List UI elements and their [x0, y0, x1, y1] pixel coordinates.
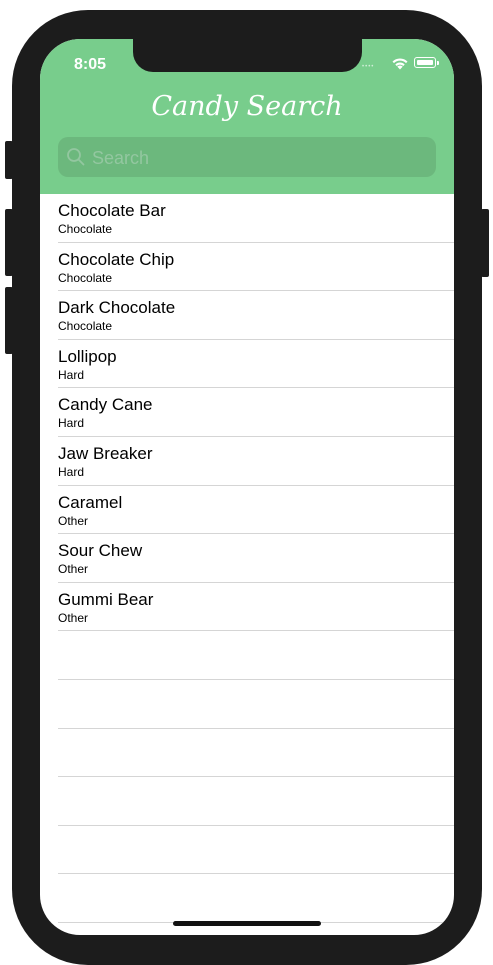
candy-name: Gummi Bear	[58, 589, 154, 609]
candy-category: Hard	[58, 367, 85, 382]
table-row[interactable]: Chocolate Bar Chocolate	[40, 194, 454, 243]
empty-row	[40, 826, 454, 875]
empty-row	[40, 680, 454, 729]
page-title: Candy Search	[151, 91, 343, 122]
empty-row	[40, 631, 454, 680]
candy-name: Sour Chew	[58, 541, 143, 561]
candy-category: Other	[58, 610, 89, 625]
table-row[interactable]: Caramel Other	[40, 486, 454, 535]
candy-name: Chocolate Chip	[58, 249, 175, 269]
status-icons: ••••	[362, 56, 440, 70]
candy-category: Other	[58, 562, 89, 577]
search-icon	[67, 148, 85, 166]
candy-name: Chocolate Bar	[58, 201, 166, 220]
candy-name: Jaw Breaker	[58, 443, 153, 463]
wifi-icon	[392, 58, 408, 70]
candy-name: Lollipop	[58, 346, 117, 366]
table-row[interactable]: Jaw Breaker Hard	[40, 437, 454, 486]
battery-icon	[414, 57, 436, 68]
search-input[interactable]	[90, 137, 424, 179]
empty-row	[40, 874, 454, 923]
table-row[interactable]: Gummi Bear Other	[40, 583, 454, 632]
table-row[interactable]: Candy Cane Hard	[40, 388, 454, 437]
table-row[interactable]: Dark Chocolate Chocolate	[40, 291, 454, 340]
candy-table: Chocolate Bar Chocolate Chocolate Chip C…	[40, 194, 454, 923]
table-row[interactable]: Chocolate Chip Chocolate	[40, 243, 454, 292]
status-time: 8:05	[74, 56, 107, 73]
candy-name: Caramel	[58, 492, 123, 512]
candy-category: Hard	[58, 416, 85, 431]
candy-name: Dark Chocolate	[58, 298, 176, 318]
empty-row	[40, 729, 454, 778]
home-indicator[interactable]	[173, 921, 321, 926]
search-bar[interactable]	[58, 137, 436, 179]
battery-tip	[437, 61, 439, 65]
candy-name: Candy Cane	[58, 395, 153, 415]
candy-category: Chocolate	[58, 319, 113, 334]
screen: 8:05 •••• Candy Search Chocolate Bar Cho…	[40, 39, 454, 935]
table-row[interactable]: Sour Chew Other	[40, 534, 454, 583]
candy-category: Chocolate	[58, 222, 113, 236]
candy-category: Chocolate	[58, 270, 113, 285]
empty-row	[40, 777, 454, 826]
power-button	[481, 209, 489, 277]
table-row[interactable]: Lollipop Hard	[40, 340, 454, 389]
silent-switch	[5, 141, 13, 179]
notch	[133, 39, 362, 72]
navigation-bar: 8:05 •••• Candy Search	[40, 39, 454, 194]
volume-up-button	[5, 209, 13, 276]
volume-down-button	[5, 287, 13, 354]
candy-category: Hard	[58, 464, 85, 479]
candy-category: Other	[58, 513, 89, 528]
signal-icon: ••••	[362, 64, 375, 70]
